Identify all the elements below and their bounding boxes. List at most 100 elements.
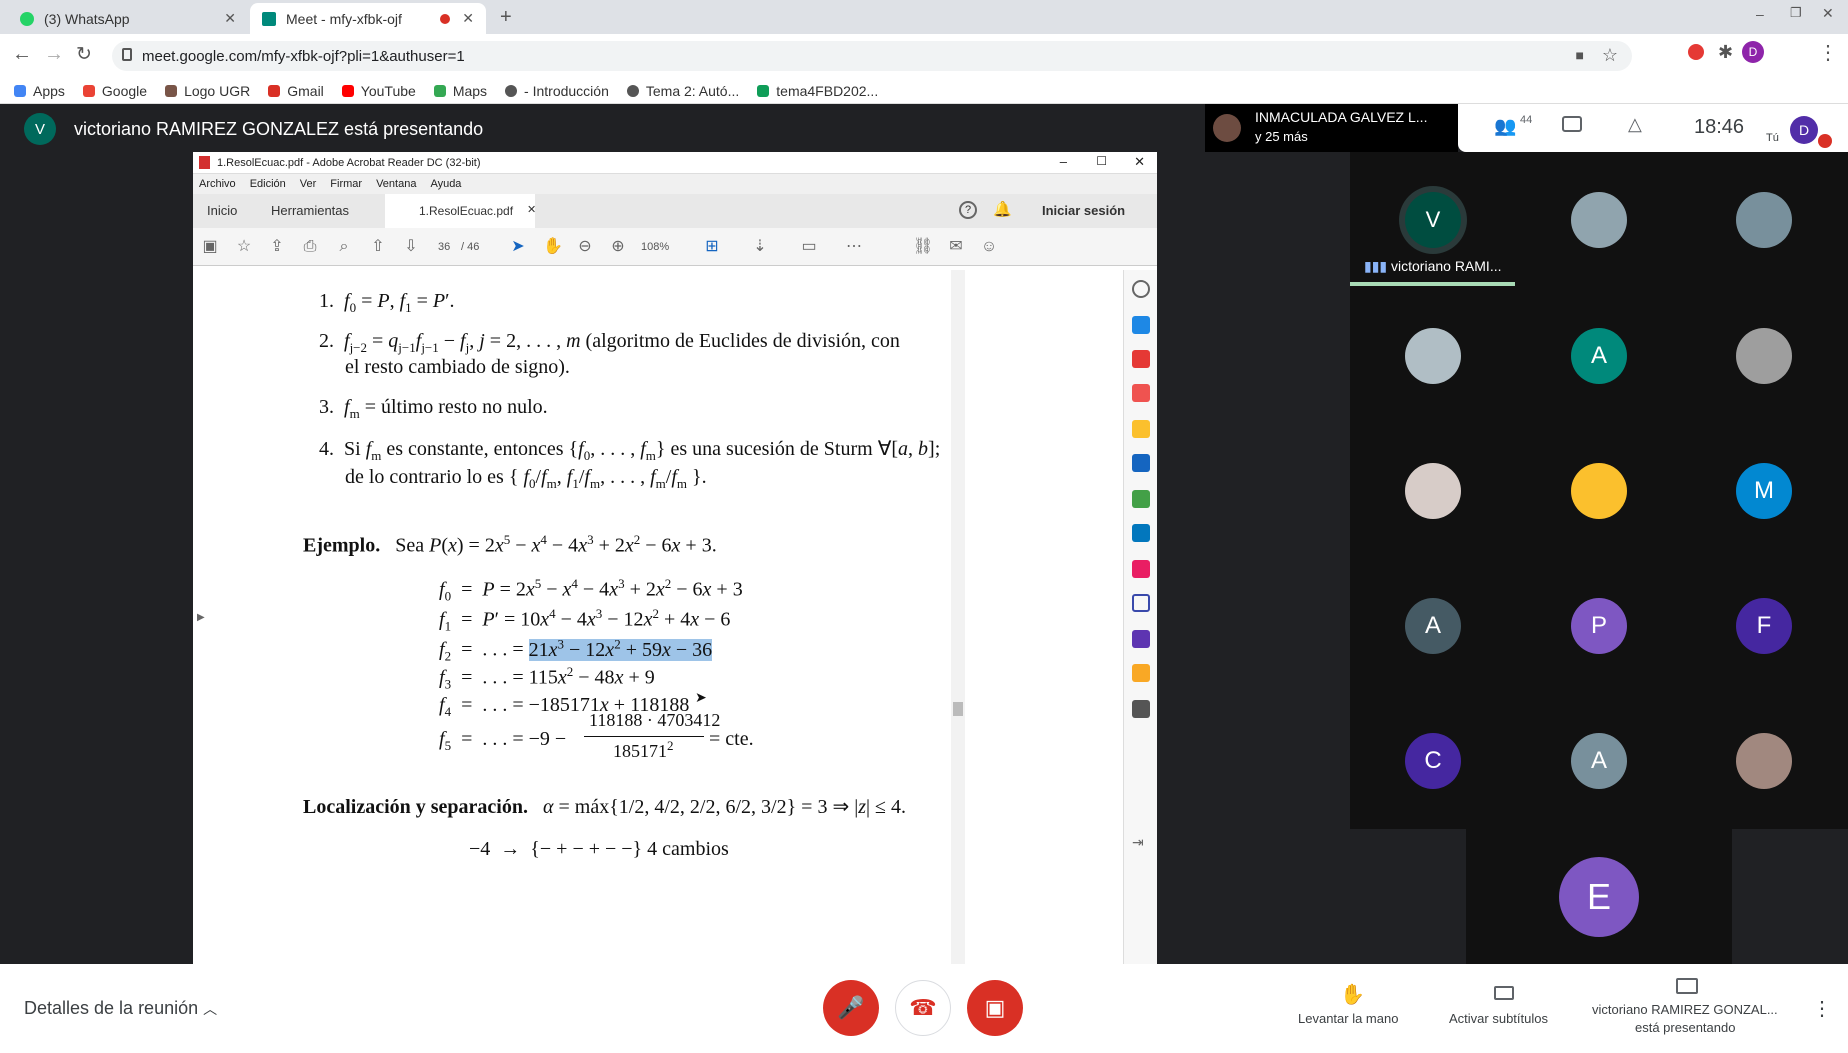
- mail-icon[interactable]: ✉: [947, 238, 965, 256]
- menu-ayuda[interactable]: Ayuda: [430, 178, 461, 190]
- bookmark-apps[interactable]: Apps: [14, 83, 65, 99]
- send-sign-icon[interactable]: [1132, 630, 1150, 648]
- link-icon[interactable]: ⛓: [913, 238, 933, 256]
- tile-avatar-photo[interactable]: [1736, 733, 1792, 789]
- page-current[interactable]: 36: [438, 241, 450, 253]
- new-tab-icon[interactable]: +: [500, 6, 512, 29]
- selected-text[interactable]: 21x3 − 12x2 + 59x − 36: [528, 636, 713, 661]
- more-tools-icon[interactable]: [1132, 700, 1150, 718]
- tile-avatar[interactable]: P: [1571, 598, 1627, 654]
- close-tab-icon[interactable]: ✕: [224, 10, 236, 27]
- scrollbar[interactable]: [951, 270, 965, 964]
- save-icon[interactable]: ▣: [201, 238, 219, 256]
- organize-icon[interactable]: [1132, 490, 1150, 508]
- bookmark-gmail[interactable]: Gmail: [268, 83, 324, 99]
- address-bar[interactable]: meet.google.com/mfy-xfbk-ojf?pli=1&authu…: [112, 41, 1632, 71]
- fill-sign-icon[interactable]: [1132, 560, 1150, 578]
- camera-icon[interactable]: ■: [1576, 47, 1584, 63]
- tile-avatar[interactable]: A: [1571, 328, 1627, 384]
- bookmark-logo-ugr[interactable]: Logo UGR: [165, 83, 250, 99]
- menu-edicion[interactable]: Edición: [250, 178, 286, 190]
- left-panel-toggle-icon[interactable]: ▶: [197, 612, 205, 623]
- select-arrow-icon[interactable]: ➤: [509, 238, 527, 256]
- puzzle-icon[interactable]: ✱: [1718, 42, 1733, 63]
- zoom-tool-icon[interactable]: [1132, 280, 1150, 298]
- leave-call-button[interactable]: ☎: [895, 980, 951, 1036]
- people-icon[interactable]: 👥: [1494, 116, 1516, 137]
- tile-avatar[interactable]: F: [1736, 598, 1792, 654]
- scroll-mode-icon[interactable]: ⇣: [751, 238, 769, 256]
- more-options-icon[interactable]: ⋮: [1812, 996, 1832, 1021]
- signin-button[interactable]: Iniciar sesión: [1042, 203, 1125, 218]
- close-window-icon[interactable]: ✕: [1822, 5, 1834, 22]
- tile-avatar[interactable]: C: [1405, 733, 1461, 789]
- tab-meet[interactable]: Meet - mfy-xfbk-ojf ✕: [250, 3, 486, 34]
- user-share-icon[interactable]: ☺: [980, 238, 998, 256]
- camera-toggle-button[interactable]: ▣: [967, 980, 1023, 1036]
- maximize-icon[interactable]: ☐: [1096, 154, 1107, 168]
- restore-icon[interactable]: ❐: [1790, 5, 1802, 21]
- edit-pdf-icon[interactable]: [1132, 384, 1150, 402]
- bookmark-tema4[interactable]: tema4FBD202...: [757, 83, 878, 99]
- upload-icon[interactable]: ⇪: [268, 238, 286, 256]
- stamp-icon[interactable]: [1132, 664, 1150, 682]
- bookmark-youtube[interactable]: YouTube: [341, 83, 416, 99]
- hand-icon[interactable]: ✋: [543, 238, 563, 256]
- tile-avatar-photo[interactable]: [1405, 463, 1461, 519]
- tile-avatar-photo[interactable]: [1405, 328, 1461, 384]
- bookmark-maps[interactable]: Maps: [433, 83, 487, 99]
- tile-avatar[interactable]: A: [1571, 733, 1627, 789]
- scan-icon[interactable]: [1132, 524, 1150, 542]
- raise-hand-button[interactable]: Levantar la mano: [1298, 1011, 1398, 1026]
- minimize-icon[interactable]: –: [1060, 154, 1067, 169]
- tile-avatar[interactable]: M: [1736, 463, 1792, 519]
- chat-icon[interactable]: [1562, 116, 1582, 132]
- star-icon[interactable]: ☆: [1602, 45, 1618, 66]
- comment-tool-icon[interactable]: [1132, 420, 1150, 438]
- reload-icon[interactable]: ↻: [76, 43, 92, 66]
- menu-ver[interactable]: Ver: [300, 178, 317, 190]
- pinned-participants[interactable]: INMACULADA GALVEZ L... y 25 más: [1205, 104, 1458, 152]
- zoom-out-icon[interactable]: ⊖: [576, 238, 594, 256]
- combine-icon[interactable]: [1132, 454, 1150, 472]
- create-pdf-icon[interactable]: [1132, 350, 1150, 368]
- tile-avatar[interactable]: A: [1405, 598, 1461, 654]
- zoom-in-icon[interactable]: ⊕: [609, 238, 627, 256]
- menu-icon[interactable]: ⋮: [1818, 40, 1838, 65]
- activities-icon[interactable]: △: [1628, 114, 1642, 135]
- more-icon[interactable]: ⋯: [845, 238, 863, 256]
- bookmark-google[interactable]: Google: [82, 83, 147, 99]
- zoom-level[interactable]: 108%: [641, 241, 669, 253]
- tile-avatar-photo[interactable]: [1571, 192, 1627, 248]
- tile-avatar[interactable]: E: [1559, 857, 1639, 937]
- back-icon[interactable]: ←: [12, 43, 32, 66]
- extension-icon[interactable]: [1688, 44, 1704, 60]
- bell-icon[interactable]: 🔔: [993, 200, 1012, 218]
- page-down-icon[interactable]: ⇩: [402, 238, 420, 256]
- bookmark-tema2[interactable]: Tema 2: Autó...: [626, 83, 739, 99]
- export-pdf-icon[interactable]: [1132, 316, 1150, 334]
- tile-avatar-photo[interactable]: [1736, 192, 1792, 248]
- tile-avatar[interactable]: V: [1405, 192, 1461, 248]
- minimize-icon[interactable]: –: [1756, 6, 1764, 22]
- tab-herramientas[interactable]: Herramientas: [271, 203, 349, 218]
- menu-firmar[interactable]: Firmar: [330, 178, 362, 190]
- bookmark-star-icon[interactable]: ☆: [235, 238, 253, 256]
- comment-icon[interactable]: ▭: [800, 238, 818, 256]
- captions-button[interactable]: Activar subtítulos: [1449, 1011, 1548, 1026]
- tab-inicio[interactable]: Inicio: [207, 203, 237, 218]
- tab-whatsapp[interactable]: (3) WhatsApp ✕: [8, 3, 248, 34]
- menu-archivo[interactable]: Archivo: [199, 178, 236, 190]
- profile-avatar[interactable]: D: [1742, 41, 1764, 63]
- tile-avatar-photo[interactable]: [1736, 328, 1792, 384]
- scrollbar-thumb[interactable]: [953, 702, 963, 716]
- close-icon[interactable]: ✕: [1134, 154, 1145, 170]
- mic-toggle-button[interactable]: 🎤: [823, 980, 879, 1036]
- sunflower-avatar[interactable]: [1571, 463, 1627, 519]
- close-tab-icon[interactable]: ✕: [527, 203, 536, 216]
- help-icon[interactable]: ?: [959, 201, 977, 219]
- meeting-details-button[interactable]: Detalles de la reunión ︿: [24, 998, 217, 1019]
- close-tab-icon[interactable]: ✕: [462, 10, 474, 27]
- presenting-label-1[interactable]: victoriano RAMIREZ GONZAL...: [1592, 1002, 1778, 1017]
- collapse-panel-icon[interactable]: ⇥: [1132, 834, 1150, 852]
